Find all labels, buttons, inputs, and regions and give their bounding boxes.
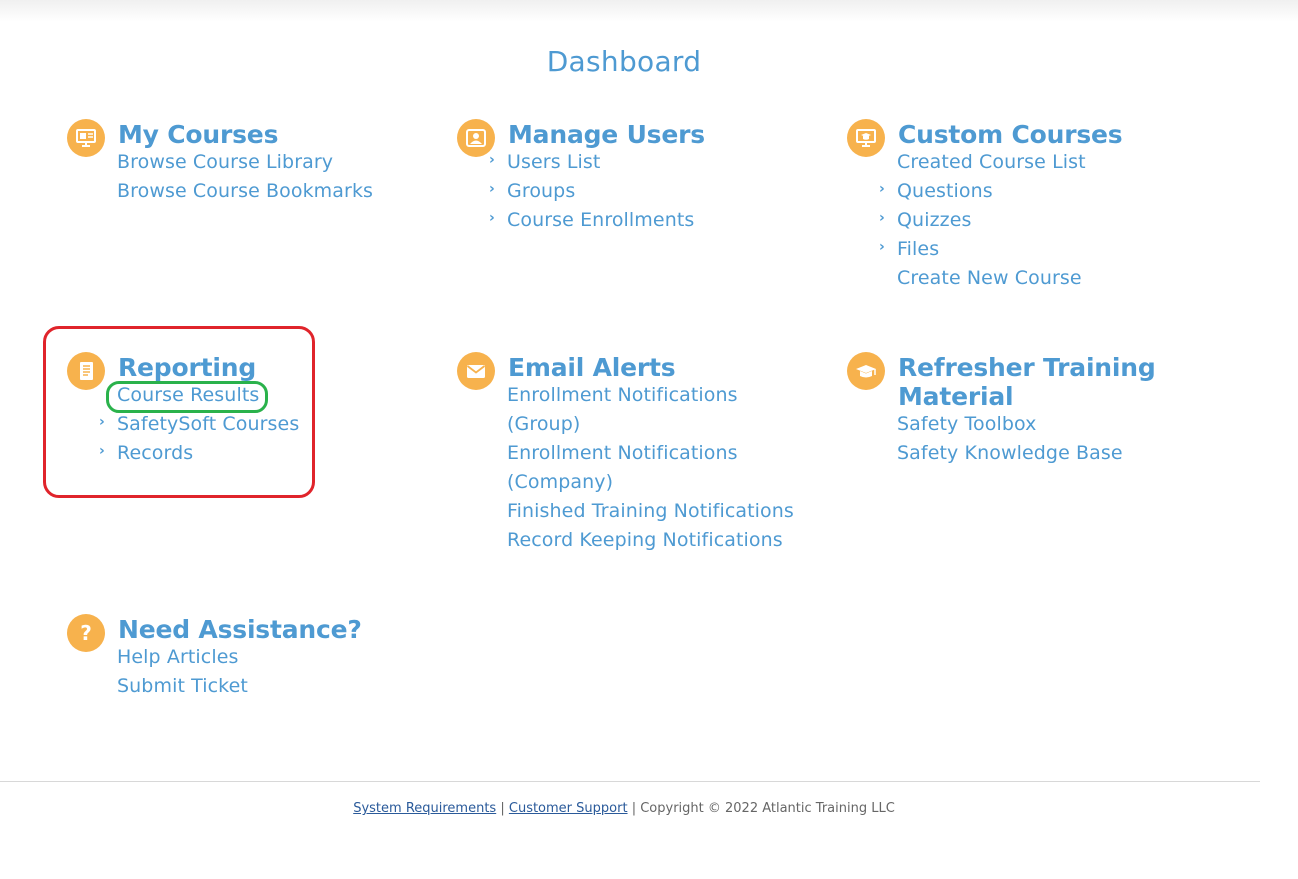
link-browse-course-library[interactable]: Browse Course Library: [117, 151, 333, 173]
link-users-list[interactable]: Users List: [507, 151, 600, 173]
chevron-right-icon: ›: [489, 152, 495, 168]
link-questions[interactable]: Questions: [897, 180, 993, 202]
green-highlight-box: [106, 381, 268, 413]
customer-support-link[interactable]: Customer Support: [509, 801, 628, 816]
footer: System Requirements | Customer Support |…: [0, 801, 1248, 816]
link-create-new-course[interactable]: Create New Course: [897, 267, 1082, 289]
link-finished-training-notifications[interactable]: Finished Training Notifications: [507, 500, 794, 522]
link-files[interactable]: Files: [897, 238, 939, 260]
question-icon: ?: [67, 614, 105, 652]
monitor-graduation-icon: [847, 119, 885, 157]
section-title[interactable]: Need Assistance?: [118, 615, 362, 644]
section-title-line1: Refresher Training: [898, 353, 1156, 382]
chevron-right-icon: ›: [879, 239, 885, 255]
link-course-enrollments[interactable]: Course Enrollments: [507, 209, 694, 231]
link-enrollment-notifications-group[interactable]: Enrollment Notifications: [507, 384, 738, 406]
link-browse-course-bookmarks[interactable]: Browse Course Bookmarks: [117, 180, 373, 202]
svg-text:?: ?: [80, 622, 92, 644]
footer-divider: [0, 781, 1260, 782]
link-enrollment-notifications-company-suffix[interactable]: (Company): [507, 471, 613, 493]
link-help-articles[interactable]: Help Articles: [117, 646, 239, 668]
link-groups[interactable]: Groups: [507, 180, 575, 202]
system-requirements-link[interactable]: System Requirements: [353, 801, 496, 816]
link-safety-knowledge-base[interactable]: Safety Knowledge Base: [897, 442, 1123, 464]
footer-separator: |: [500, 801, 505, 816]
section-title-line2: Material: [898, 382, 1014, 411]
section-title[interactable]: Refresher Training Material: [898, 353, 1156, 411]
chevron-right-icon: ›: [879, 210, 885, 226]
link-enrollment-notifications-company[interactable]: Enrollment Notifications: [507, 442, 738, 464]
section-title[interactable]: My Courses: [118, 120, 278, 149]
section-title[interactable]: Custom Courses: [898, 120, 1123, 149]
section-title[interactable]: Manage Users: [508, 120, 705, 149]
page-title: Dashboard: [546, 44, 702, 78]
link-enrollment-notifications-group-suffix[interactable]: (Group): [507, 413, 580, 435]
graduation-cap-icon: [847, 352, 885, 390]
link-submit-ticket[interactable]: Submit Ticket: [117, 675, 248, 697]
chevron-right-icon: ›: [879, 181, 885, 197]
link-record-keeping-notifications[interactable]: Record Keeping Notifications: [507, 529, 783, 551]
link-created-course-list[interactable]: Created Course List: [897, 151, 1086, 173]
link-quizzes[interactable]: Quizzes: [897, 209, 972, 231]
section-title[interactable]: Email Alerts: [508, 353, 676, 382]
copyright-text: Copyright © 2022 Atlantic Training LLC: [640, 801, 895, 816]
chevron-right-icon: ›: [489, 181, 495, 197]
envelope-icon: [457, 352, 495, 390]
presentation-icon: [67, 119, 105, 157]
top-shade: [0, 0, 1298, 22]
chevron-right-icon: ›: [489, 210, 495, 226]
footer-separator: |: [631, 801, 637, 816]
link-safety-toolbox[interactable]: Safety Toolbox: [897, 413, 1036, 435]
